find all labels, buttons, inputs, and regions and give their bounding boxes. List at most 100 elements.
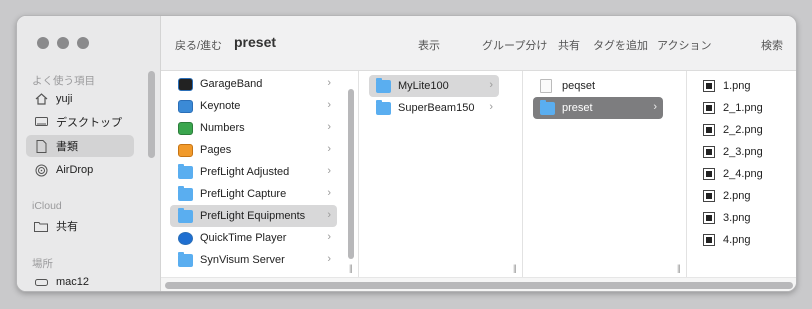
garageband-icon [178,77,193,91]
zoom-button[interactable] [77,37,89,49]
image-file-icon [703,146,715,158]
sidebar-item-shared[interactable]: 共有 [26,215,134,237]
list-item[interactable]: 2_3.png [703,141,793,163]
image-file-icon [703,190,715,202]
chevron-right-icon: › [653,101,657,113]
sidebar-item-label: 書類 [56,141,78,153]
chevron-right-icon: › [327,77,331,89]
column-1-scrollbar[interactable] [348,89,354,259]
sidebar-item-mac12[interactable]: mac12 [26,271,134,291]
list-item[interactable]: PrefLight Capture › [170,183,337,205]
list-item[interactable]: 3.png [703,207,793,229]
image-file-icon [703,80,715,92]
list-item[interactable]: 4.png [703,229,793,251]
list-item[interactable]: peqset [533,75,663,97]
close-button[interactable] [37,37,49,49]
column-2: MyLite100 › SuperBeam150 › [359,71,509,277]
image-file-icon [703,168,715,180]
file-icon [540,79,552,93]
sidebar-item-label: yuji [56,93,73,105]
horizontal-scrollbar[interactable] [161,277,796,291]
search-button[interactable]: 検索 [761,37,783,53]
column-resize-handle[interactable]: || [513,263,517,273]
numbers-icon [178,121,193,135]
sidebar-item-label: デスクトップ [56,117,122,129]
share-button[interactable]: 共有 [558,37,580,53]
list-item-selected[interactable]: MyLite100 › [369,75,499,97]
image-file-icon [703,102,715,114]
group-button[interactable]: グループ分け [482,37,547,53]
image-file-icon [703,212,715,224]
shared-folder-icon [34,219,48,233]
list-item[interactable]: PrefLight Adjusted › [170,161,337,183]
horizontal-scrollbar-thumb[interactable] [165,282,793,289]
folder-icon [178,207,193,223]
view-button[interactable]: 表示 [418,37,440,53]
list-item[interactable]: GarageBand › [170,73,337,95]
list-item-selected[interactable]: preset › [533,97,663,119]
document-icon [34,139,48,153]
chevron-right-icon: › [327,99,331,111]
chevron-right-icon: › [327,143,331,155]
quicktime-icon [178,231,193,245]
airdrop-icon [34,163,48,177]
chevron-right-icon: › [327,253,331,265]
list-item[interactable]: 2_2.png [703,119,793,141]
list-item[interactable]: Pages › [170,139,337,161]
drive-icon [34,275,48,289]
folder-icon [376,99,391,115]
minimize-button[interactable] [57,37,69,49]
pages-icon [178,143,193,157]
list-item[interactable]: Numbers › [170,117,337,139]
sidebar-item-label: mac12 [56,276,90,288]
locations-header: 場所 [32,258,53,270]
list-item[interactable]: QuickTime Player › [170,227,337,249]
list-item[interactable]: 2_1.png [703,97,793,119]
sidebar-item-label: AirDrop [56,164,94,176]
image-file-icon [703,234,715,246]
image-file-icon [703,124,715,136]
sidebar-item-label: 共有 [56,221,78,233]
list-item[interactable]: Keynote › [170,95,337,117]
column-3: peqset preset › [523,71,673,277]
chevron-right-icon: › [489,79,493,91]
finder-window: よく使う項目 yuji デスクトップ 書類 AirDrop iCloud 共有 … [16,15,797,292]
action-button[interactable]: アクション [657,37,711,53]
chevron-right-icon: › [327,209,331,221]
list-item[interactable]: 2.png [703,185,793,207]
folder-icon [178,185,193,201]
folder-icon [540,99,555,115]
column-resize-handle[interactable]: || [349,263,353,273]
folder-icon [376,77,391,93]
chevron-right-icon: › [327,165,331,177]
column-1: GarageBand › Keynote › Numbers › Pages ›… [161,71,354,277]
column-4: 1.png 2_1.png 2_2.png 2_3.png 2_4.png 2.… [687,71,796,277]
list-item[interactable]: 1.png [703,75,793,97]
list-item-selected[interactable]: PrefLight Equipments › [170,205,337,227]
sidebar-item-airdrop[interactable]: AirDrop [26,159,134,181]
column-resize-handle[interactable]: || [677,263,681,273]
sidebar-item-documents[interactable]: 書類 [26,135,134,157]
icloud-header: iCloud [32,200,62,212]
sidebar-item-home[interactable]: yuji [26,88,134,110]
list-item[interactable]: SuperBeam150 › [369,97,499,119]
sidebar-scrollbar[interactable] [148,71,155,158]
keynote-icon [178,99,193,113]
desktop-icon [34,115,48,129]
sidebar: よく使う項目 yuji デスクトップ 書類 AirDrop iCloud 共有 … [17,16,161,291]
back-forward-button[interactable]: 戻る/進む [175,37,222,53]
home-icon [34,92,48,106]
chevron-right-icon: › [327,231,331,243]
favorites-header: よく使う項目 [32,75,95,87]
folder-icon [178,163,193,179]
toolbar: 戻る/進む preset 表示 グループ分け 共有 タグを追加 アクション 検索 [161,16,796,71]
chevron-right-icon: › [327,187,331,199]
list-item[interactable]: 2_4.png [703,163,793,185]
chevron-right-icon: › [327,121,331,133]
window-title: preset [234,34,277,50]
folder-icon [178,251,193,267]
add-tag-button[interactable]: タグを追加 [593,37,648,53]
chevron-right-icon: › [489,101,493,113]
list-item[interactable]: SynVisum Server › [170,249,337,271]
sidebar-item-desktop[interactable]: デスクトップ [26,111,134,133]
